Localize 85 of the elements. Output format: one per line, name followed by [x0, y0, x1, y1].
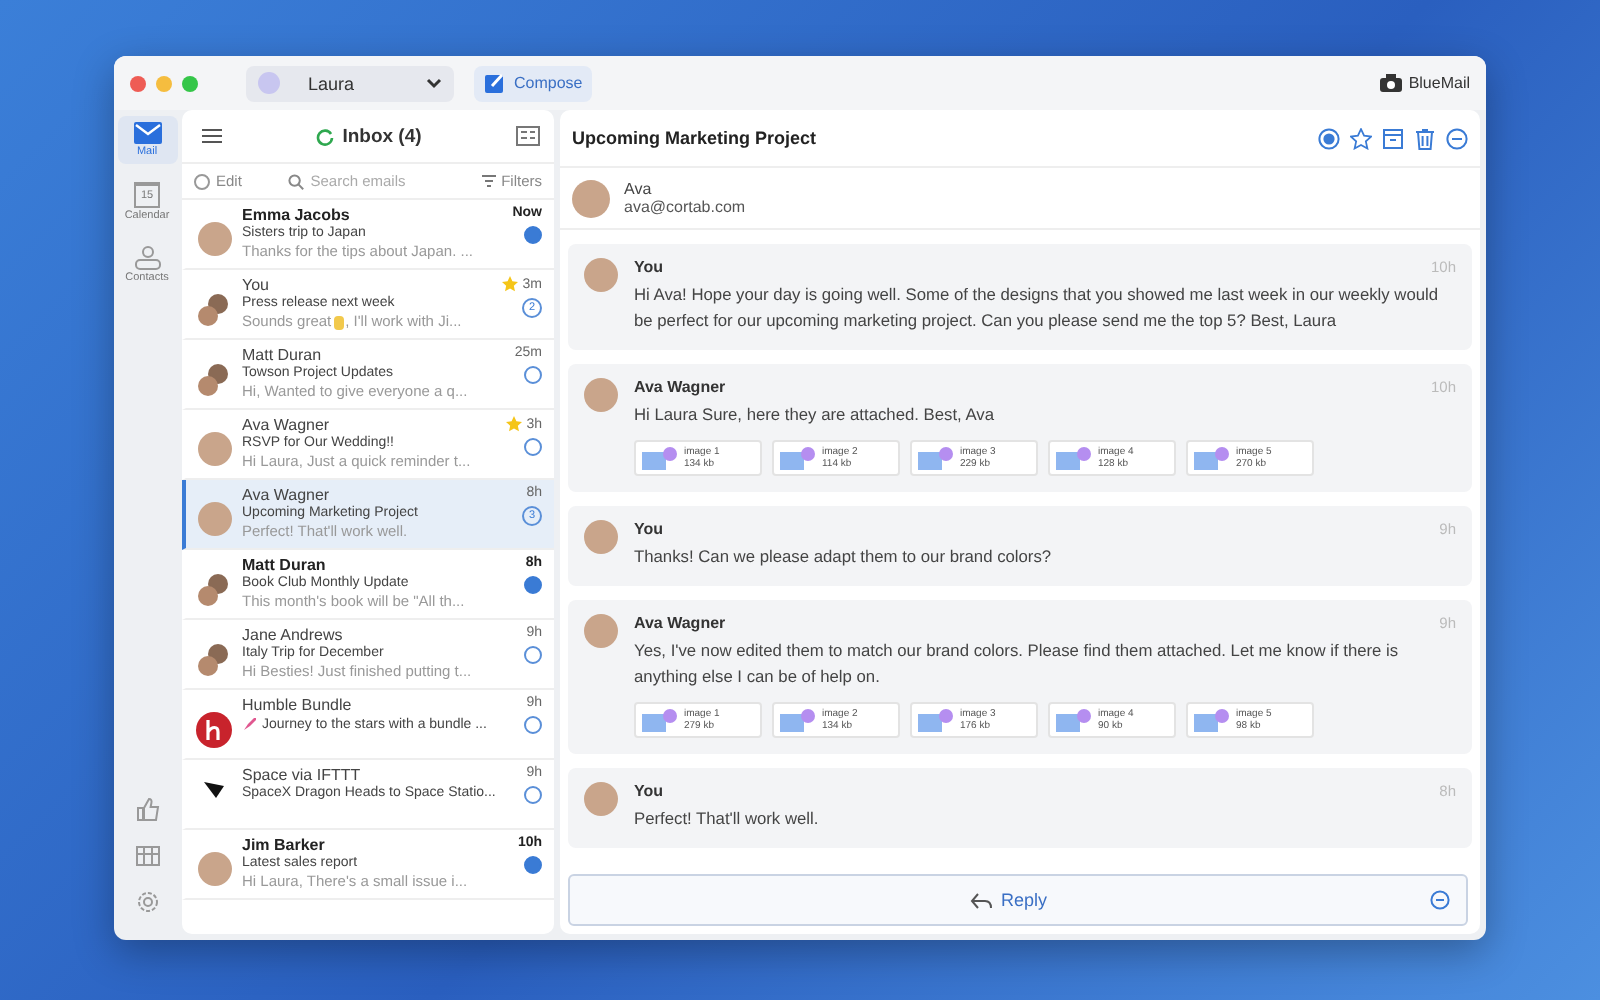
sender-name: Ava Wagner: [242, 486, 332, 504]
sender-name: Ava Wagner: [242, 416, 331, 434]
compose-icon: [484, 72, 506, 94]
close-button[interactable]: [130, 75, 146, 91]
message-text: Yes, I've now edited them to match our brand colors. Please find them attached. Let me know if there is anything else I can be of help on.: [634, 638, 1401, 690]
avatar-icon: [197, 432, 231, 466]
more-icon[interactable]: [1430, 890, 1451, 910]
thumbs-up-icon[interactable]: [135, 798, 159, 822]
message-sender: You: [634, 520, 664, 538]
compose-button[interactable]: Compose: [474, 65, 593, 101]
read-status-icon[interactable]: [524, 366, 542, 384]
thread-subject: Upcoming Marketing Project: [572, 128, 817, 148]
sender-name: Humble Bundle: [242, 696, 354, 714]
message-sender: You: [634, 258, 664, 276]
read-status-icon[interactable]: [524, 856, 542, 874]
image-thumbnail-icon: [1054, 706, 1094, 734]
message-text: Hi Laura Sure, here they are attached. Best, Ava: [634, 402, 997, 428]
caret-icon: [426, 77, 442, 89]
sender-name: Jane Andrews: [242, 626, 345, 644]
sender-name: Space via IFTTT: [242, 766, 363, 784]
image-thumbnail-icon: [916, 444, 956, 472]
logo-icon: [204, 782, 224, 798]
read-status-icon[interactable]: [524, 576, 542, 594]
search-icon: [288, 173, 305, 189]
more-icon[interactable]: [1446, 127, 1468, 149]
group-avatar-icon: [196, 572, 232, 608]
menu-icon[interactable]: [202, 128, 222, 144]
avatar-icon: [584, 782, 618, 816]
mail-icon: [133, 122, 161, 144]
message-text: Perfect! That'll work well.: [634, 806, 821, 832]
sender-name: Matt Duran: [242, 556, 328, 574]
image-thumbnail-icon: [1192, 444, 1232, 472]
logo-icon: [196, 712, 232, 748]
layout-icon[interactable]: [516, 126, 540, 146]
image-thumbnail-icon: [1054, 444, 1094, 472]
sender-name: Emma Jacobs: [242, 206, 352, 224]
contacts-icon: [131, 246, 163, 270]
read-status-icon[interactable]: [524, 226, 542, 244]
settings-icon[interactable]: [135, 890, 159, 914]
contact-name: Ava: [624, 180, 654, 198]
image-thumbnail-icon: [640, 706, 680, 734]
reply-icon: [969, 891, 991, 909]
archive-icon[interactable]: [1382, 127, 1404, 149]
sender-name: You: [242, 276, 271, 294]
inbox-title: Inbox (4): [342, 125, 422, 147]
filter-icon: [481, 174, 496, 188]
image-thumbnail-icon: [1192, 706, 1232, 734]
account-dropdown[interactable]: Laura: [246, 65, 454, 101]
sender-name: Jim Barker: [242, 836, 327, 854]
avatar-icon: [572, 179, 610, 217]
trash-icon[interactable]: [1414, 127, 1436, 149]
avatar-icon: [584, 258, 618, 292]
group-avatar-icon: [196, 292, 232, 328]
zoom-button[interactable]: [182, 75, 198, 91]
avatar-icon: [584, 378, 618, 412]
star-icon[interactable]: [506, 416, 523, 432]
camera-icon: [1380, 74, 1403, 92]
reply-button[interactable]: Reply: [961, 886, 1056, 914]
read-status-icon[interactable]: [524, 716, 542, 734]
message-sender: Ava Wagner: [634, 378, 726, 396]
contact-email: ava@cortab.com: [624, 198, 746, 216]
app-name: BlueMail: [1408, 74, 1470, 92]
refresh-icon[interactable]: [316, 127, 335, 145]
avatar-icon: [197, 852, 231, 886]
avatar-icon: [197, 222, 231, 256]
avatar-icon: [584, 520, 618, 554]
read-status-icon[interactable]: [524, 646, 542, 664]
avatar-icon: [197, 502, 231, 536]
image-thumbnail-icon: [640, 444, 680, 472]
message-sender: You: [634, 782, 664, 800]
star-icon[interactable]: [1350, 127, 1372, 149]
image-thumbnail-icon: [778, 706, 818, 734]
grid-icon[interactable]: [135, 846, 159, 866]
message-text: Thanks! Can we please adapt them to our brand colors?: [634, 544, 1054, 570]
read-status-icon[interactable]: [524, 786, 542, 804]
message-text: Hi Ava! Hope your day is going well. Some of the designs that you showed me last week in our weekly would be perfect for our upcoming marketing project. Can you please send me the top 5? Best, Laura: [634, 282, 1441, 334]
message-sender: Ava Wagner: [634, 614, 726, 632]
image-thumbnail-icon: [778, 444, 818, 472]
read-status-icon[interactable]: [524, 438, 542, 456]
star-icon[interactable]: [502, 276, 519, 292]
image-thumbnail-icon: [916, 706, 956, 734]
sender-name: Matt Duran: [242, 346, 324, 364]
avatar-icon: [584, 614, 618, 648]
group-avatar-icon: [196, 642, 232, 678]
group-avatar-icon: [196, 362, 232, 398]
